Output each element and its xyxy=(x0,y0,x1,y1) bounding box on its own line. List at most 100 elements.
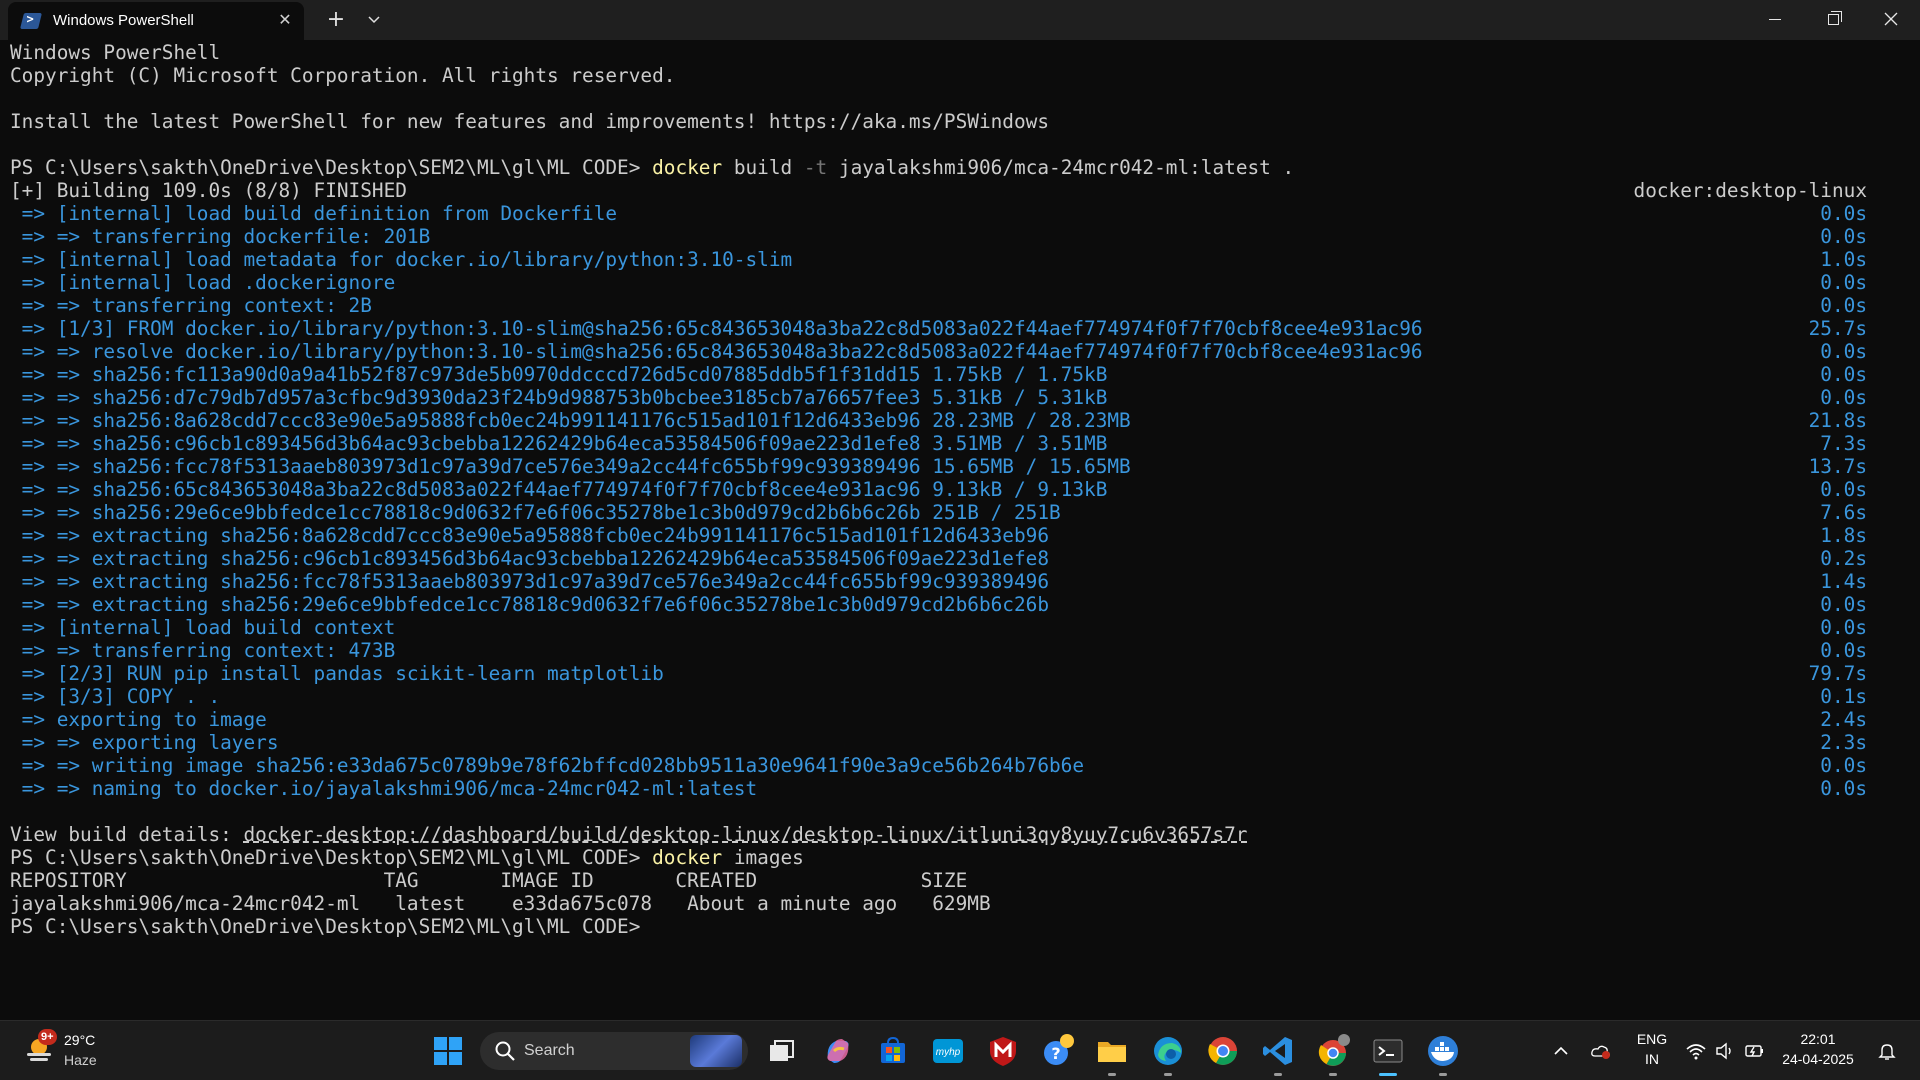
minimize-button[interactable] xyxy=(1746,0,1804,38)
build-step-duration: 0.0s xyxy=(1820,202,1867,225)
weather-temperature[interactable]: 29°C xyxy=(64,1032,95,1048)
terminal-line: => => transferring context: 2B 0.0s xyxy=(10,294,1910,317)
build-step-duration: 0.2s xyxy=(1820,547,1867,570)
terminal-line: Install the latest PowerShell for new fe… xyxy=(10,110,1910,133)
build-step-text: => => extracting sha256:8a628cdd7ccc83e9… xyxy=(10,524,1049,547)
terminal-line: => => transferring context: 473B 0.0s xyxy=(10,639,1910,662)
build-step-duration: 21.8s xyxy=(1808,409,1867,432)
terminal-line: => => extracting sha256:fcc78f5313aaeb80… xyxy=(10,570,1910,593)
build-step-text: => [internal] load metadata for docker.i… xyxy=(10,248,793,271)
new-tab-button[interactable]: + xyxy=(322,6,350,34)
task-view-icon[interactable] xyxy=(763,1033,799,1069)
weather-condition[interactable]: Haze xyxy=(64,1052,97,1068)
prompt-path: PS C:\Users\sakth\OneDrive\Desktop\SEM2\… xyxy=(10,846,653,869)
build-step-duration: 0.0s xyxy=(1820,616,1867,639)
notification-bell-icon[interactable] xyxy=(1876,1041,1898,1061)
terminal-line: => => sha256:fc113a90d0a9a41b52f87c973de… xyxy=(10,363,1910,386)
prompt-line: PS C:\Users\sakth\OneDrive\Desktop\SEM2\… xyxy=(10,846,1910,869)
search-icon xyxy=(495,1041,515,1061)
build-step-duration: 2.4s xyxy=(1820,708,1867,731)
build-step-duration: 0.0s xyxy=(1820,754,1867,777)
docker-icon[interactable] xyxy=(1425,1033,1461,1069)
build-step-text: => => transferring dockerfile: 201B xyxy=(10,225,431,248)
close-tab-icon[interactable]: ✕ xyxy=(274,9,296,31)
build-step-duration: 0.0s xyxy=(1820,271,1867,294)
build-step-duration: 0.0s xyxy=(1820,340,1867,363)
build-step-text: => => sha256:d7c79db7d957a3cfbc9d3930da2… xyxy=(10,386,1108,409)
active-app-indicator xyxy=(1379,1073,1397,1076)
microsoft-store-icon[interactable] xyxy=(875,1033,911,1069)
edge-icon[interactable] xyxy=(1150,1033,1186,1069)
build-step-text: => => sha256:c96cb1c893456d3b64ac93cbebb… xyxy=(10,432,1108,455)
tab-title: Windows PowerShell xyxy=(53,12,194,29)
file-explorer-icon[interactable] xyxy=(1094,1033,1130,1069)
wifi-icon[interactable] xyxy=(1685,1041,1707,1061)
build-step-text: => => sha256:fcc78f5313aaeb803973d1c97a3… xyxy=(10,455,1131,478)
terminal-line: => => naming to docker.io/jayalakshmi906… xyxy=(10,777,1910,800)
build-step-duration: 13.7s xyxy=(1808,455,1867,478)
build-step-duration: 1.8s xyxy=(1820,524,1867,547)
svg-text:?: ? xyxy=(1051,1044,1060,1063)
command-args: jayalakshmi906/mca-24mcr042-ml:latest . xyxy=(827,156,1295,179)
terminal-line: Copyright (C) Microsoft Corporation. All… xyxy=(10,64,1910,87)
output-text: Install the latest PowerShell for new fe… xyxy=(10,110,1049,133)
output-text: [+] Building 109.0s (8/8) FINISHED xyxy=(10,179,407,202)
help-icon[interactable]: ? xyxy=(1040,1033,1076,1069)
build-step-duration: 0.0s xyxy=(1820,294,1867,317)
terminal-line: View build details: docker-desktop://das… xyxy=(10,823,1910,846)
prompt-line: PS C:\Users\sakth\OneDrive\Desktop\SEM2\… xyxy=(10,915,1910,938)
search-highlight-image xyxy=(690,1035,742,1067)
build-step-text: => [3/3] COPY . . xyxy=(10,685,221,708)
terminal-line: => [internal] load metadata for docker.i… xyxy=(10,248,1910,271)
cloud-sync-error-icon[interactable] xyxy=(1590,1041,1612,1061)
svg-text:myhp: myhp xyxy=(936,1047,961,1058)
terminal-line: => exporting to image 2.4s xyxy=(10,708,1910,731)
build-step-text: => => sha256:8a628cdd7ccc83e90e5a95888fc… xyxy=(10,409,1131,432)
build-step-duration: 0.0s xyxy=(1820,478,1867,501)
build-details-link[interactable]: docker-desktop://dashboard/build/desktop… xyxy=(243,823,1247,846)
myhp-icon[interactable]: myhp xyxy=(930,1033,966,1069)
clock-date[interactable]: 24-04-2025 xyxy=(1778,1051,1858,1067)
build-step-text: => => sha256:65c843653048a3ba22c8d5083a0… xyxy=(10,478,1108,501)
running-indicator xyxy=(1274,1073,1282,1076)
build-step-text: => => sha256:29e6ce9bbfedce1cc78818c9d06… xyxy=(10,501,1061,524)
build-step-text: => [1/3] FROM docker.io/library/python:3… xyxy=(10,317,1423,340)
taskbar: 9+ 29°C Haze Search myhp ? ENG IN 22:01 … xyxy=(0,1020,1920,1080)
output-text: View build details: xyxy=(10,823,244,846)
mcafee-icon[interactable] xyxy=(985,1033,1021,1069)
terminal-line: => => sha256:c96cb1c893456d3b64ac93cbebb… xyxy=(10,432,1910,455)
terminal-line: => => extracting sha256:c96cb1c893456d3b… xyxy=(10,547,1910,570)
volume-icon[interactable] xyxy=(1714,1041,1736,1061)
terminal-line: => => resolve docker.io/library/python:3… xyxy=(10,340,1910,363)
terminal-line: => => sha256:65c843653048a3ba22c8d5083a0… xyxy=(10,478,1910,501)
start-icon[interactable] xyxy=(430,1033,466,1069)
builder-name: docker:desktop-linux xyxy=(1633,179,1867,202)
language-region[interactable]: IN xyxy=(1630,1051,1674,1067)
build-step-text: => => extracting sha256:c96cb1c893456d3b… xyxy=(10,547,1049,570)
output-text: Windows PowerShell xyxy=(10,41,221,64)
restore-button[interactable] xyxy=(1804,0,1862,38)
build-step-text: => => extracting sha256:29e6ce9bbfedce1c… xyxy=(10,593,1049,616)
battery-charging-icon[interactable] xyxy=(1744,1041,1766,1061)
clock-time[interactable]: 22:01 xyxy=(1778,1031,1858,1047)
copilot-icon[interactable] xyxy=(820,1033,856,1069)
output-text: REPOSITORY TAG IMAGE ID CREATED SIZE xyxy=(10,869,968,892)
build-step-duration: 0.0s xyxy=(1820,777,1867,800)
chevron-up-icon[interactable] xyxy=(1550,1041,1572,1061)
chrome-profile-icon[interactable] xyxy=(1315,1033,1351,1069)
terminal-output[interactable]: Windows PowerShell Copyright (C) Microsof… xyxy=(0,40,1920,1020)
title-bar: > Windows PowerShell ✕ + xyxy=(0,0,1920,40)
terminal-line: => [internal] load build context 0.0s xyxy=(10,616,1910,639)
build-step-text: => => transferring context: 473B xyxy=(10,639,396,662)
tab-dropdown-chevron-icon[interactable] xyxy=(360,6,388,34)
vscode-icon[interactable] xyxy=(1260,1033,1296,1069)
tab-powershell[interactable]: > Windows PowerShell ✕ xyxy=(8,2,304,40)
close-window-button[interactable] xyxy=(1862,0,1920,38)
terminal-line: => [internal] load .dockerignore 0.0s xyxy=(10,271,1910,294)
terminal-icon[interactable] xyxy=(1370,1033,1406,1069)
chrome-icon[interactable] xyxy=(1205,1033,1241,1069)
language-indicator[interactable]: ENG xyxy=(1630,1031,1674,1047)
taskbar-search-box[interactable]: Search xyxy=(480,1032,748,1070)
build-step-duration: 25.7s xyxy=(1808,317,1867,340)
